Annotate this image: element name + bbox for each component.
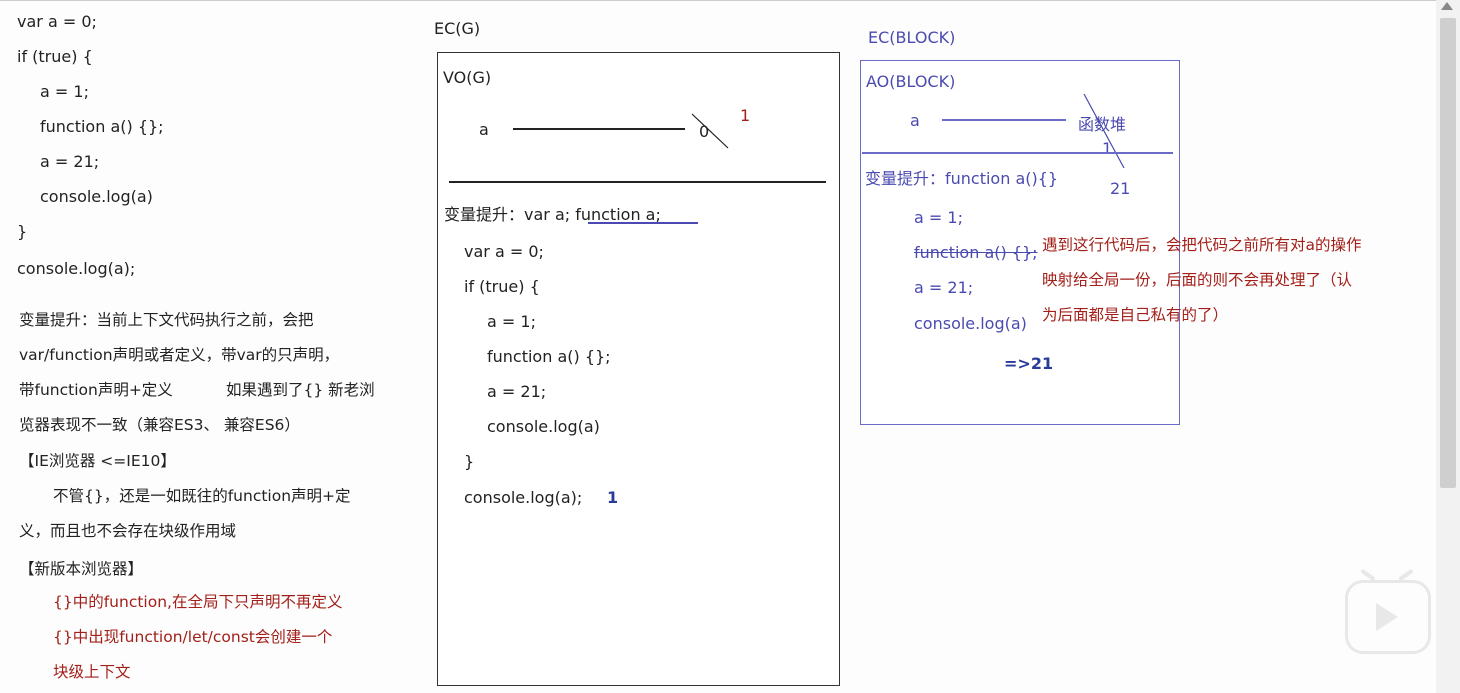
ao-label: AO(BLOCK) [866,72,956,91]
note-line: 不管{}，还是一如既往的function声明+定 [53,487,351,505]
code-line: function a() {}; [40,117,164,136]
note-line: {}中的function,在全局下只声明不再定义 [53,593,343,611]
vo-label: VO(G) [443,68,492,87]
vo-new-value: 1 [740,106,751,125]
play-button[interactable] [1345,568,1431,654]
annotation-line: 映射给全局一份，后面的则不会再处理了（认 [1042,271,1353,289]
code-line: var a = 0; [464,242,544,261]
note-line: 览器表现不一致（兼容ES3、 兼容ES6） [19,416,300,434]
ecb-title: EC(BLOCK) [868,28,956,47]
note-line: 带function声明+定义 [19,381,173,399]
annotation-line: 遇到这行代码后，会把代码之前所有对a的操作 [1042,236,1362,254]
divider [862,152,1173,154]
code-line: if (true) { [17,47,93,66]
note-line: 变量提升：当前上下文代码执行之前，会把 [19,311,314,329]
ao-pointer-line [942,119,1066,121]
note-line: 义，而且也不会存在块级作用域 [19,522,237,540]
note-line: 块级上下文 [53,663,131,681]
ecg-title: EC(G) [434,19,481,38]
ao-value-21: 21 [1110,179,1131,198]
code-line: } [464,452,475,471]
vo-pointer-line [513,128,685,130]
ao-var-a: a [910,111,920,130]
note-line: {}中出现function/let/const会创建一个 [53,628,333,646]
new-browser-title: 【新版本浏览器】 [19,560,144,578]
top-border [0,0,1436,1]
divider [449,181,826,183]
code-line: function a() {}; [487,347,611,366]
strike-mark [691,113,729,149]
code-line: if (true) { [464,277,540,296]
scroll-up-icon[interactable] [1441,2,1453,10]
ecg-box [437,52,840,686]
code-line: console.log(a) [40,187,153,206]
code-line: a = 1; [487,312,536,331]
vo-var-a: a [479,120,489,139]
ear-left [1360,568,1376,582]
ear-right [1398,568,1414,582]
scrollbar-thumb[interactable] [1440,18,1456,488]
annotation-line: 为后面都是自己私有的了） [1042,306,1229,324]
code-line: a = 21; [487,382,547,401]
code-line: a = 21; [914,278,974,297]
ecg-output: 1 [607,488,619,507]
code-line: console.log(a); [17,259,136,278]
note-line: var/function声明或者定义，带var的只声明， [19,346,340,364]
code-line: console.log(a); [464,488,583,507]
ecb-hoist: 变量提升：function a(){} [865,169,1059,188]
code-line: a = 1; [40,82,89,101]
note-line: 如果遇到了{} 新老浏 [226,381,375,399]
strike-mark [1083,93,1125,169]
code-line: function a() {}; [914,243,1038,262]
ie-title: 【IE浏览器 <=IE10】 [19,452,176,470]
code-line: console.log(a) [487,417,600,436]
code-line: var a = 0; [17,12,97,31]
ecb-result: =>21 [1004,354,1054,373]
code-line: a = 1; [914,208,963,227]
play-icon [1376,603,1398,631]
code-line: } [17,222,28,241]
code-line: console.log(a) [914,314,1027,333]
hoist-underline [588,222,698,224]
ao-value-1: 1 [1102,139,1113,158]
vertical-scrollbar[interactable] [1436,0,1460,693]
code-line: a = 21; [40,152,100,171]
